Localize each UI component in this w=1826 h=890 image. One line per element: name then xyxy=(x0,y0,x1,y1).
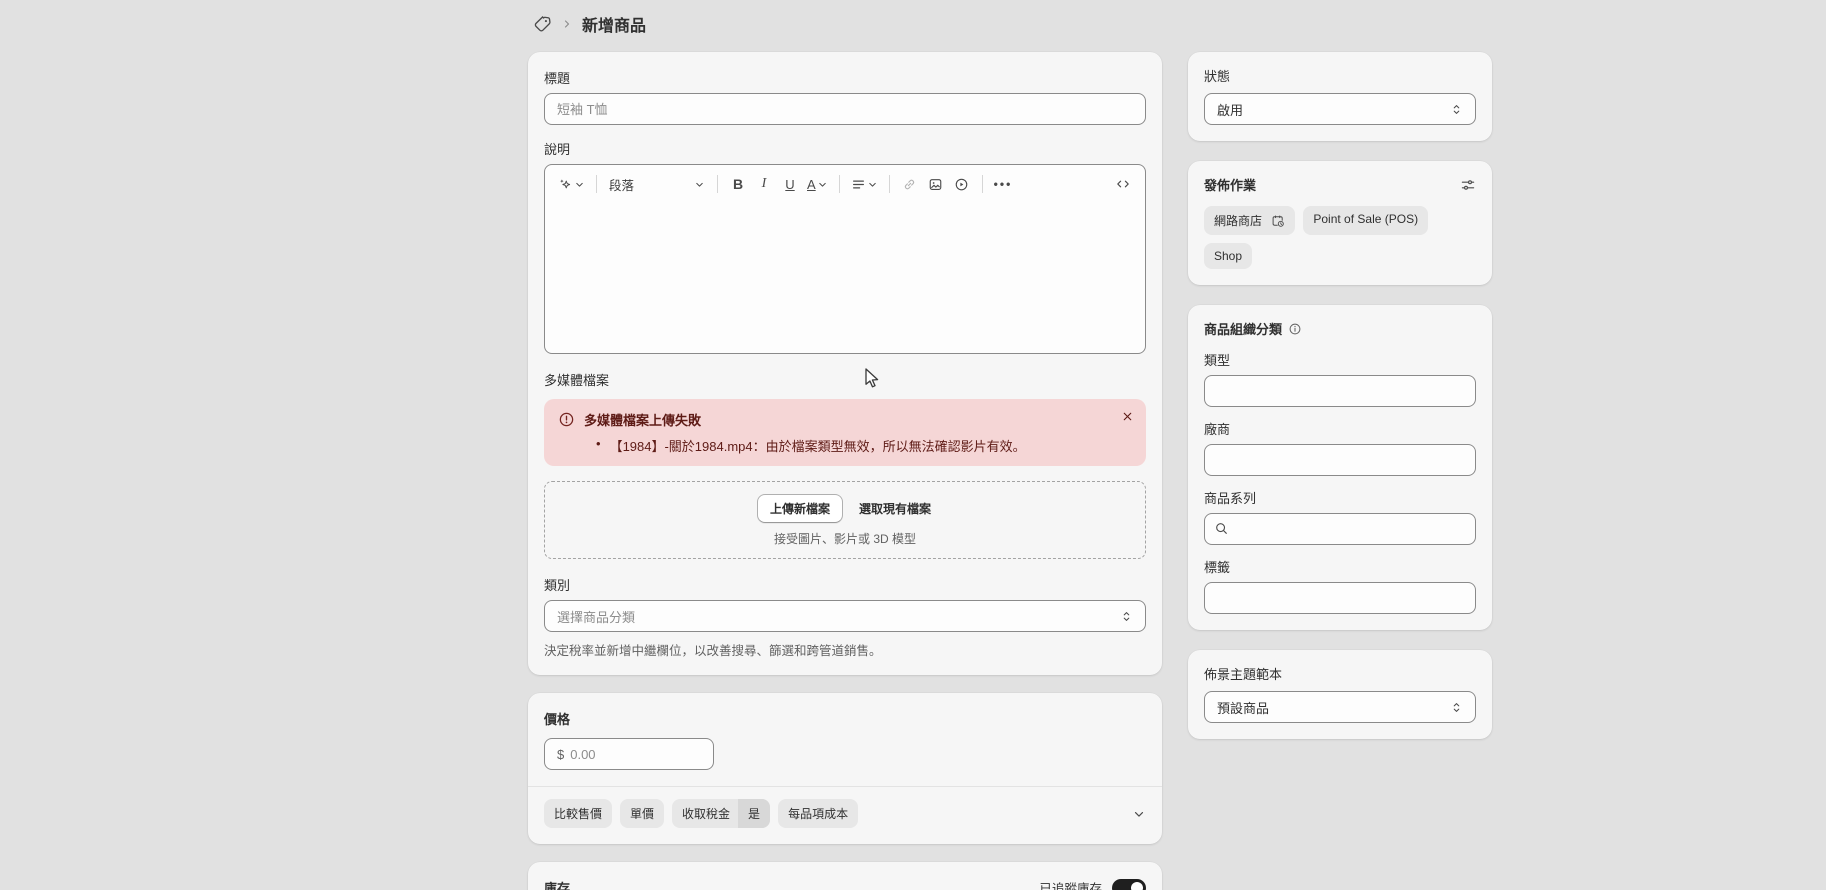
media-upload-error-banner: 多媒體檔案上傳失敗 • 【1984】-關於1984.mp4：由於檔案類型無效，所… xyxy=(544,399,1146,466)
tags-input[interactable] xyxy=(1204,582,1476,614)
breadcrumb-chevron-icon xyxy=(561,18,573,30)
page-title: 新增商品 xyxy=(582,12,646,36)
tags-label: 標籤 xyxy=(1204,557,1476,576)
track-inventory-toggle[interactable] xyxy=(1112,879,1146,890)
paragraph-style-dropdown[interactable]: 段落 xyxy=(605,171,709,197)
description-label: 說明 xyxy=(544,139,1146,158)
price-field[interactable]: $ xyxy=(544,738,714,770)
product-details-card: 標題 說明 段落 xyxy=(528,52,1162,675)
category-select[interactable]: 選擇商品分類 xyxy=(544,600,1146,632)
type-label: 類型 xyxy=(1204,350,1476,369)
description-textarea[interactable] xyxy=(545,203,1145,353)
collections-label: 商品系列 xyxy=(1204,488,1476,507)
toolbar-divider xyxy=(717,175,718,193)
channel-label: 網路商店 xyxy=(1214,214,1262,228)
toolbar-divider xyxy=(839,175,840,193)
track-inventory-label: 已追蹤庫存 xyxy=(1039,878,1102,890)
inventory-card: 庫存 已追蹤庫存 xyxy=(528,862,1162,890)
pricing-options-row: 比較售價 單價 收取稅金 是 每品項成本 xyxy=(544,799,1146,828)
divider xyxy=(528,786,1162,787)
title-input[interactable] xyxy=(544,93,1146,125)
insert-video-button[interactable] xyxy=(950,171,974,197)
inventory-heading: 庫存 xyxy=(544,878,570,890)
description-editor: 段落 B I U A xyxy=(544,164,1146,354)
unit-price-chip[interactable]: 單價 xyxy=(620,799,664,828)
error-banner-content: 多媒體檔案上傳失敗 • 【1984】-關於1984.mp4：由於檔案類型無效，所… xyxy=(584,410,1026,455)
select-updown-icon xyxy=(1450,103,1463,116)
info-icon[interactable] xyxy=(1288,322,1302,336)
theme-template-label: 佈景主題範本 xyxy=(1204,664,1476,683)
toolbar-divider xyxy=(889,175,890,193)
toolbar-divider xyxy=(596,175,597,193)
sales-channels-list: 網路商店 Point of Sale (POS) Shop xyxy=(1204,206,1476,269)
editor-toolbar: 段落 B I U A xyxy=(545,165,1145,203)
publishing-card: 發佈作業 網路商店 xyxy=(1188,161,1492,285)
alignment-button[interactable] xyxy=(848,171,881,197)
currency-symbol: $ xyxy=(557,747,564,762)
select-updown-icon xyxy=(1120,610,1133,623)
upload-new-file-button[interactable]: 上傳新檔案 xyxy=(757,494,843,523)
text-color-button[interactable]: A xyxy=(804,171,831,197)
charge-tax-chip[interactable]: 收取稅金 是 xyxy=(672,799,770,828)
pricing-heading: 價格 xyxy=(544,709,1146,728)
dropzone-hint: 接受圖片、影片或 3D 模型 xyxy=(555,530,1135,547)
schedule-calendar-clock-icon[interactable] xyxy=(1271,214,1285,228)
channel-online-store-chip[interactable]: 網路商店 xyxy=(1204,206,1295,235)
organization-heading: 商品組織分類 xyxy=(1204,319,1282,338)
alert-circle-icon xyxy=(558,411,575,455)
underline-button[interactable]: U xyxy=(778,171,802,197)
media-dropzone[interactable]: 上傳新檔案 選取現有檔案 接受圖片、影片或 3D 模型 xyxy=(544,481,1146,559)
error-detail-text: 【1984】-關於1984.mp4：由於檔案類型無效，所以無法確認影片有效。 xyxy=(610,436,1026,455)
insert-image-button[interactable] xyxy=(924,171,948,197)
breadcrumb: 新增商品 xyxy=(533,12,646,36)
show-html-button[interactable] xyxy=(1111,171,1135,197)
pricing-card: 價格 $ 比較售價 單價 收取稅金 是 每品項成本 xyxy=(528,693,1162,844)
price-input[interactable] xyxy=(570,747,701,762)
italic-button[interactable]: I xyxy=(752,171,776,197)
charge-tax-value: 是 xyxy=(738,799,770,828)
channel-shop-chip[interactable]: Shop xyxy=(1204,243,1252,269)
status-select-value: 啟用 xyxy=(1217,100,1243,119)
paragraph-style-value: 段落 xyxy=(609,175,634,194)
status-card: 狀態 啟用 xyxy=(1188,52,1492,141)
chevron-down-icon[interactable] xyxy=(1132,807,1146,821)
cost-per-item-chip[interactable]: 每品項成本 xyxy=(778,799,858,828)
status-select[interactable]: 啟用 xyxy=(1204,93,1476,125)
error-detail-item: • 【1984】-關於1984.mp4：由於檔案類型無效，所以無法確認影片有效。 xyxy=(584,436,1026,455)
bold-button[interactable]: B xyxy=(726,171,750,197)
manage-channels-icon[interactable] xyxy=(1460,177,1476,193)
sidebar: 狀態 啟用 發佈作業 xyxy=(1188,52,1492,739)
title-label: 標題 xyxy=(544,68,1146,87)
error-title: 多媒體檔案上傳失敗 xyxy=(584,410,1026,429)
theme-template-select[interactable]: 預設商品 xyxy=(1204,691,1476,723)
theme-template-card: 佈景主題範本 預設商品 xyxy=(1188,650,1492,739)
type-input[interactable] xyxy=(1204,375,1476,407)
category-label: 類別 xyxy=(544,575,1146,594)
main-column: 標題 說明 段落 xyxy=(528,52,1162,890)
status-label: 狀態 xyxy=(1204,66,1476,85)
select-updown-icon xyxy=(1450,701,1463,714)
publishing-heading: 發佈作業 xyxy=(1204,175,1256,194)
collections-input[interactable] xyxy=(1204,513,1476,545)
category-helper-text: 決定稅率並新增中繼欄位，以改善搜尋、篩選和跨管道銷售。 xyxy=(544,640,1146,659)
category-select-value: 選擇商品分類 xyxy=(557,607,635,626)
more-options-button[interactable]: ••• xyxy=(991,171,1016,197)
bullet: • xyxy=(596,436,601,455)
toolbar-divider xyxy=(982,175,983,193)
close-icon[interactable] xyxy=(1121,410,1134,423)
theme-template-value: 預設商品 xyxy=(1217,698,1269,717)
vendor-label: 廠商 xyxy=(1204,419,1476,438)
products-tag-icon[interactable] xyxy=(533,15,552,34)
select-existing-file-button[interactable]: 選取現有檔案 xyxy=(857,495,933,522)
magic-ai-button[interactable] xyxy=(555,171,588,197)
link-button[interactable] xyxy=(898,171,922,197)
charge-tax-label: 收取稅金 xyxy=(672,799,738,828)
compare-at-price-chip[interactable]: 比較售價 xyxy=(544,799,612,828)
product-organization-card: 商品組織分類 類型 廠商 商品系列 xyxy=(1188,305,1492,630)
channel-pos-chip[interactable]: Point of Sale (POS) xyxy=(1303,206,1428,235)
vendor-input[interactable] xyxy=(1204,444,1476,476)
media-label: 多媒體檔案 xyxy=(544,370,1146,389)
